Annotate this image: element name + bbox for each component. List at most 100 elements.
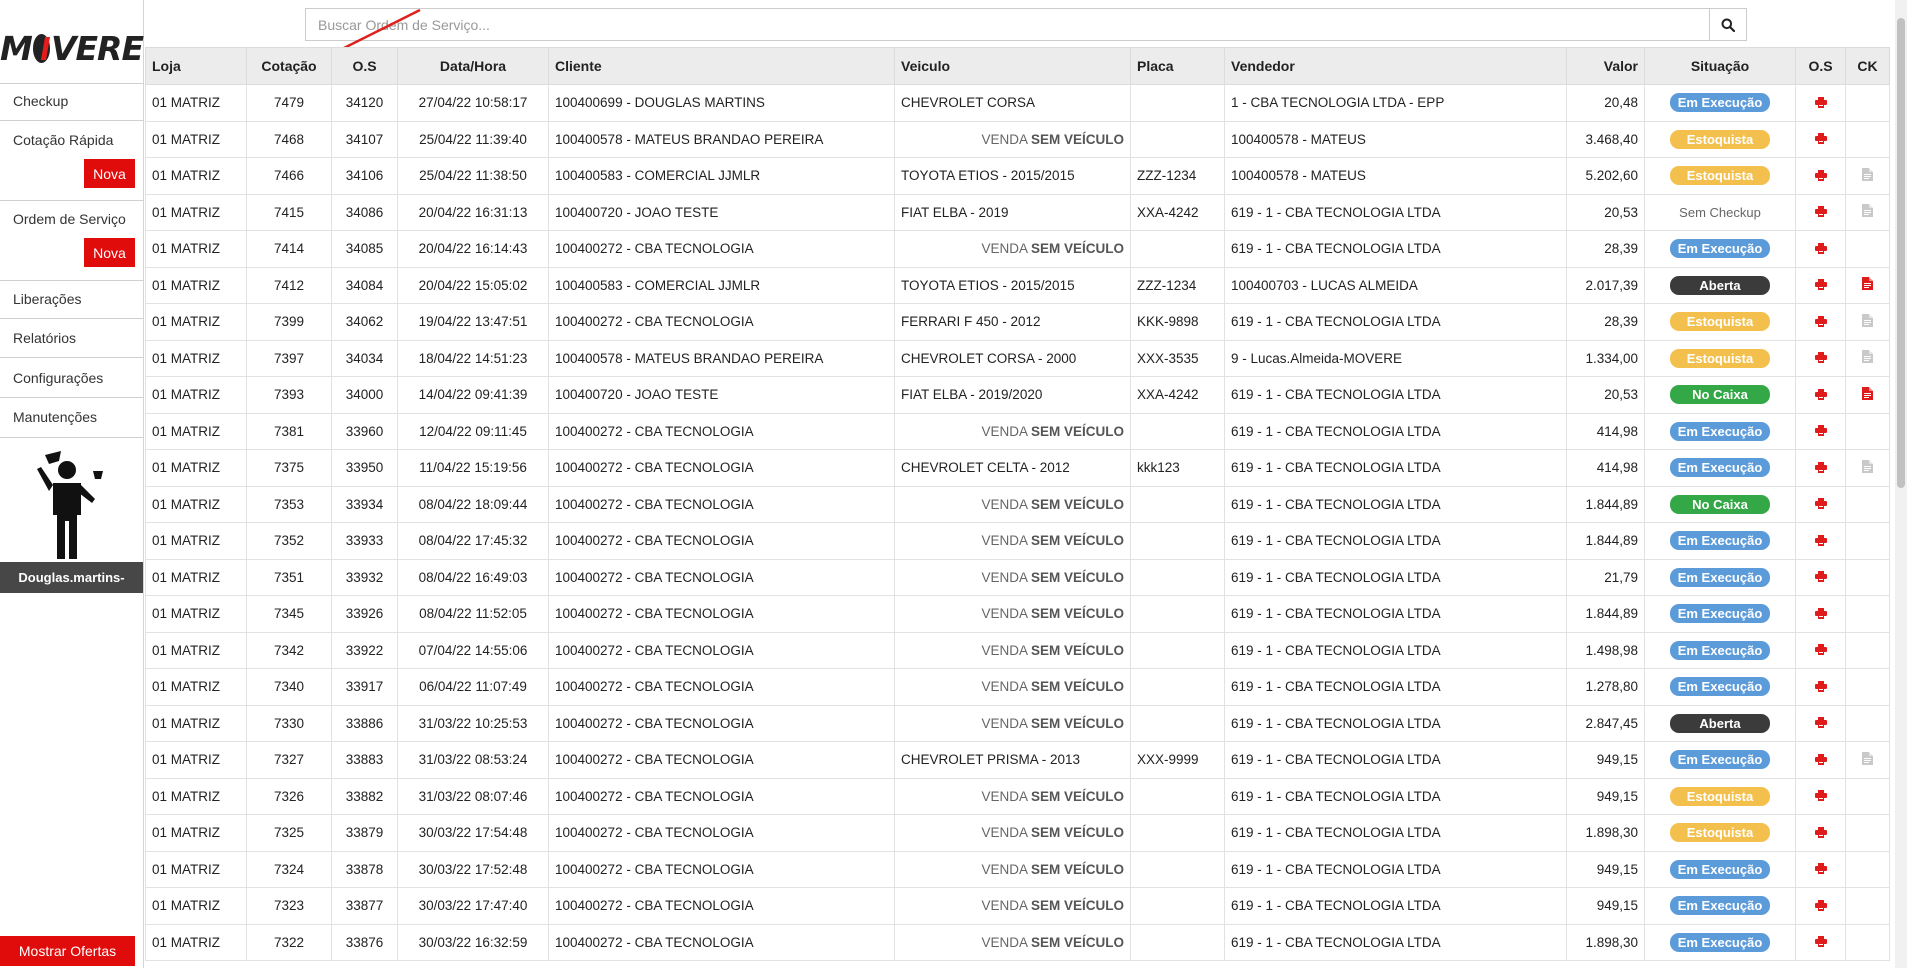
table-row[interactable]: 01 MATRIZ 7327 33883 31/03/22 08:53:24 10040…	[145, 741, 1890, 779]
table-row[interactable]: 01 MATRIZ 7468 34107 25/04/22 11:39:40 10040…	[145, 120, 1890, 158]
table-row[interactable]: 01 MATRIZ 7393 34000 14/04/22 09:41:39 10040…	[145, 376, 1890, 414]
table-row[interactable]: 01 MATRIZ 7381 33960 12/04/22 09:11:45 10040…	[145, 412, 1890, 450]
cell-os-print	[1795, 157, 1846, 195]
table-row[interactable]: 01 MATRIZ 7326 33882 31/03/22 08:07:46 10040…	[145, 777, 1890, 815]
print-os-button[interactable]	[1814, 570, 1827, 585]
sidebar-item-checkup[interactable]: Checkup	[13, 93, 68, 109]
checkup-document-icon	[1862, 277, 1873, 291]
search-input[interactable]	[305, 8, 1709, 41]
status-badge: Em Execução	[1670, 750, 1770, 770]
col-veiculo[interactable]: Veiculo	[894, 47, 1131, 85]
checkup-button[interactable]	[1862, 204, 1873, 220]
table-row[interactable]: 01 MATRIZ 7324 33878 30/03/22 17:52:48 10040…	[145, 850, 1890, 888]
checkup-button[interactable]	[1862, 313, 1873, 330]
table-row[interactable]: 01 MATRIZ 7325 33879 30/03/22 17:54:48 10040…	[145, 814, 1890, 852]
cell-situacao: Em Execução	[1644, 887, 1796, 925]
col-cliente[interactable]: Cliente	[548, 47, 895, 85]
print-os-button[interactable]	[1814, 96, 1827, 111]
sidebar-item-relatorios[interactable]: Relatórios	[13, 330, 76, 346]
cell-cotacao: 7345	[246, 595, 332, 633]
print-os-button[interactable]	[1814, 753, 1827, 768]
col-vendedor[interactable]: Vendedor	[1224, 47, 1567, 85]
movere-logo[interactable]: M VERE	[0, 22, 144, 74]
table-row[interactable]: 01 MATRIZ 7345 33926 08/04/22 11:52:05 10040…	[145, 595, 1890, 633]
table-row[interactable]: 01 MATRIZ 7322 33876 30/03/22 16:32:59 10040…	[145, 923, 1890, 961]
mostrar-ofertas-button[interactable]: Mostrar Ofertas	[0, 936, 135, 966]
table-row[interactable]: 01 MATRIZ 7415 34086 20/04/22 16:31:13 10040…	[145, 193, 1890, 231]
table-row[interactable]: 01 MATRIZ 7397 34034 18/04/22 14:51:23 10040…	[145, 339, 1890, 377]
checkup-button[interactable]	[1862, 277, 1873, 293]
sidebar-item-liberacoes[interactable]: Liberações	[13, 291, 82, 307]
print-icon	[1814, 242, 1827, 254]
cell-loja: 01 MATRIZ	[145, 449, 247, 487]
sidebar-item-ordem-servico[interactable]: Ordem de Serviço	[13, 211, 126, 227]
table-row[interactable]: 01 MATRIZ 7340 33917 06/04/22 11:07:49 10040…	[145, 668, 1890, 706]
table-row[interactable]: 01 MATRIZ 7352 33933 08/04/22 17:45:32 10040…	[145, 522, 1890, 560]
table-row[interactable]: 01 MATRIZ 7466 34106 25/04/22 11:38:50 10040…	[145, 157, 1890, 195]
nova-ordem-servico-button[interactable]: Nova	[84, 238, 135, 267]
print-os-button[interactable]	[1814, 205, 1827, 220]
print-os-button[interactable]	[1814, 169, 1827, 184]
cell-placa	[1130, 120, 1225, 158]
cell-placa: KKK-9898	[1130, 303, 1225, 341]
table-row[interactable]: 01 MATRIZ 7414 34085 20/04/22 16:14:43 10040…	[145, 230, 1890, 268]
no-vehicle-prefix: VENDA	[981, 715, 1028, 731]
col-valor[interactable]: Valor	[1566, 47, 1645, 85]
col-os[interactable]: O.S	[331, 47, 398, 85]
print-os-button[interactable]	[1814, 607, 1827, 622]
table-row[interactable]: 01 MATRIZ 7323 33877 30/03/22 17:47:40 10040…	[145, 887, 1890, 925]
nova-cotacao-button[interactable]: Nova	[84, 159, 135, 188]
print-os-button[interactable]	[1814, 388, 1827, 403]
print-os-button[interactable]	[1814, 315, 1827, 330]
col-cotacao[interactable]: Cotação	[246, 47, 332, 85]
sidebar-item-cotacao-rapida[interactable]: Cotação Rápida	[13, 132, 113, 148]
print-os-button[interactable]	[1814, 826, 1827, 841]
col-ck[interactable]: CK	[1845, 47, 1890, 85]
cell-valor: 20,48	[1566, 84, 1645, 122]
col-data-hora[interactable]: Data/Hora	[397, 47, 549, 85]
print-os-button[interactable]	[1814, 534, 1827, 549]
print-os-button[interactable]	[1814, 242, 1827, 257]
col-loja[interactable]: Loja	[145, 47, 247, 85]
print-os-button[interactable]	[1814, 935, 1827, 950]
table-row[interactable]: 01 MATRIZ 7399 34062 19/04/22 13:47:51 10040…	[145, 303, 1890, 341]
col-placa[interactable]: Placa	[1130, 47, 1225, 85]
table-row[interactable]: 01 MATRIZ 7353 33934 08/04/22 18:09:44 10040…	[145, 485, 1890, 523]
cell-situacao: Estoquista	[1644, 157, 1796, 195]
cell-vendedor: 619 - 1 - CBA TECNOLOGIA LTDA	[1224, 741, 1567, 779]
cell-valor: 1.898,30	[1566, 814, 1645, 852]
table-row[interactable]: 01 MATRIZ 7351 33932 08/04/22 16:49:03 10040…	[145, 558, 1890, 596]
checkup-button[interactable]	[1862, 350, 1873, 366]
print-os-button[interactable]	[1814, 497, 1827, 512]
print-os-button[interactable]	[1814, 351, 1827, 366]
print-os-button[interactable]	[1814, 680, 1827, 695]
cell-vendedor: 100400703 - LUCAS ALMEIDA	[1224, 266, 1567, 304]
print-os-button[interactable]	[1814, 862, 1827, 877]
print-os-button[interactable]	[1814, 643, 1827, 658]
search-button[interactable]	[1709, 8, 1747, 41]
print-os-button[interactable]	[1814, 789, 1827, 804]
table-row[interactable]: 01 MATRIZ 7375 33950 11/04/22 15:19:56 10040…	[145, 449, 1890, 487]
cell-veiculo: VENDA SEM VEÍCULO	[894, 230, 1131, 268]
checkup-button[interactable]	[1862, 386, 1873, 403]
print-os-button[interactable]	[1814, 132, 1827, 147]
sidebar-item-manutencoes[interactable]: Manutenções	[13, 409, 97, 425]
table-row[interactable]: 01 MATRIZ 7412 34084 20/04/22 15:05:02 10040…	[145, 266, 1890, 304]
col-os-print[interactable]: O.S	[1795, 47, 1846, 85]
cell-veiculo: VENDA SEM VEÍCULO	[894, 777, 1131, 815]
table-row[interactable]: 01 MATRIZ 7342 33922 07/04/22 14:55:06 10040…	[145, 631, 1890, 669]
print-os-button[interactable]	[1814, 424, 1827, 439]
print-os-button[interactable]	[1814, 716, 1827, 731]
sidebar-item-configuracoes[interactable]: Configurações	[13, 370, 103, 386]
cell-situacao: Em Execução	[1644, 595, 1796, 633]
scrollbar-thumb[interactable]	[1897, 18, 1905, 488]
col-situacao[interactable]: Situação	[1644, 47, 1796, 85]
checkup-button[interactable]	[1862, 459, 1873, 476]
print-os-button[interactable]	[1814, 278, 1827, 293]
checkup-button[interactable]	[1862, 751, 1873, 768]
print-os-button[interactable]	[1814, 461, 1827, 476]
checkup-button[interactable]	[1862, 167, 1873, 184]
table-row[interactable]: 01 MATRIZ 7479 34120 27/04/22 10:58:17 10040…	[145, 84, 1890, 122]
table-row[interactable]: 01 MATRIZ 7330 33886 31/03/22 10:25:53 10040…	[145, 704, 1890, 742]
print-os-button[interactable]	[1814, 899, 1827, 914]
